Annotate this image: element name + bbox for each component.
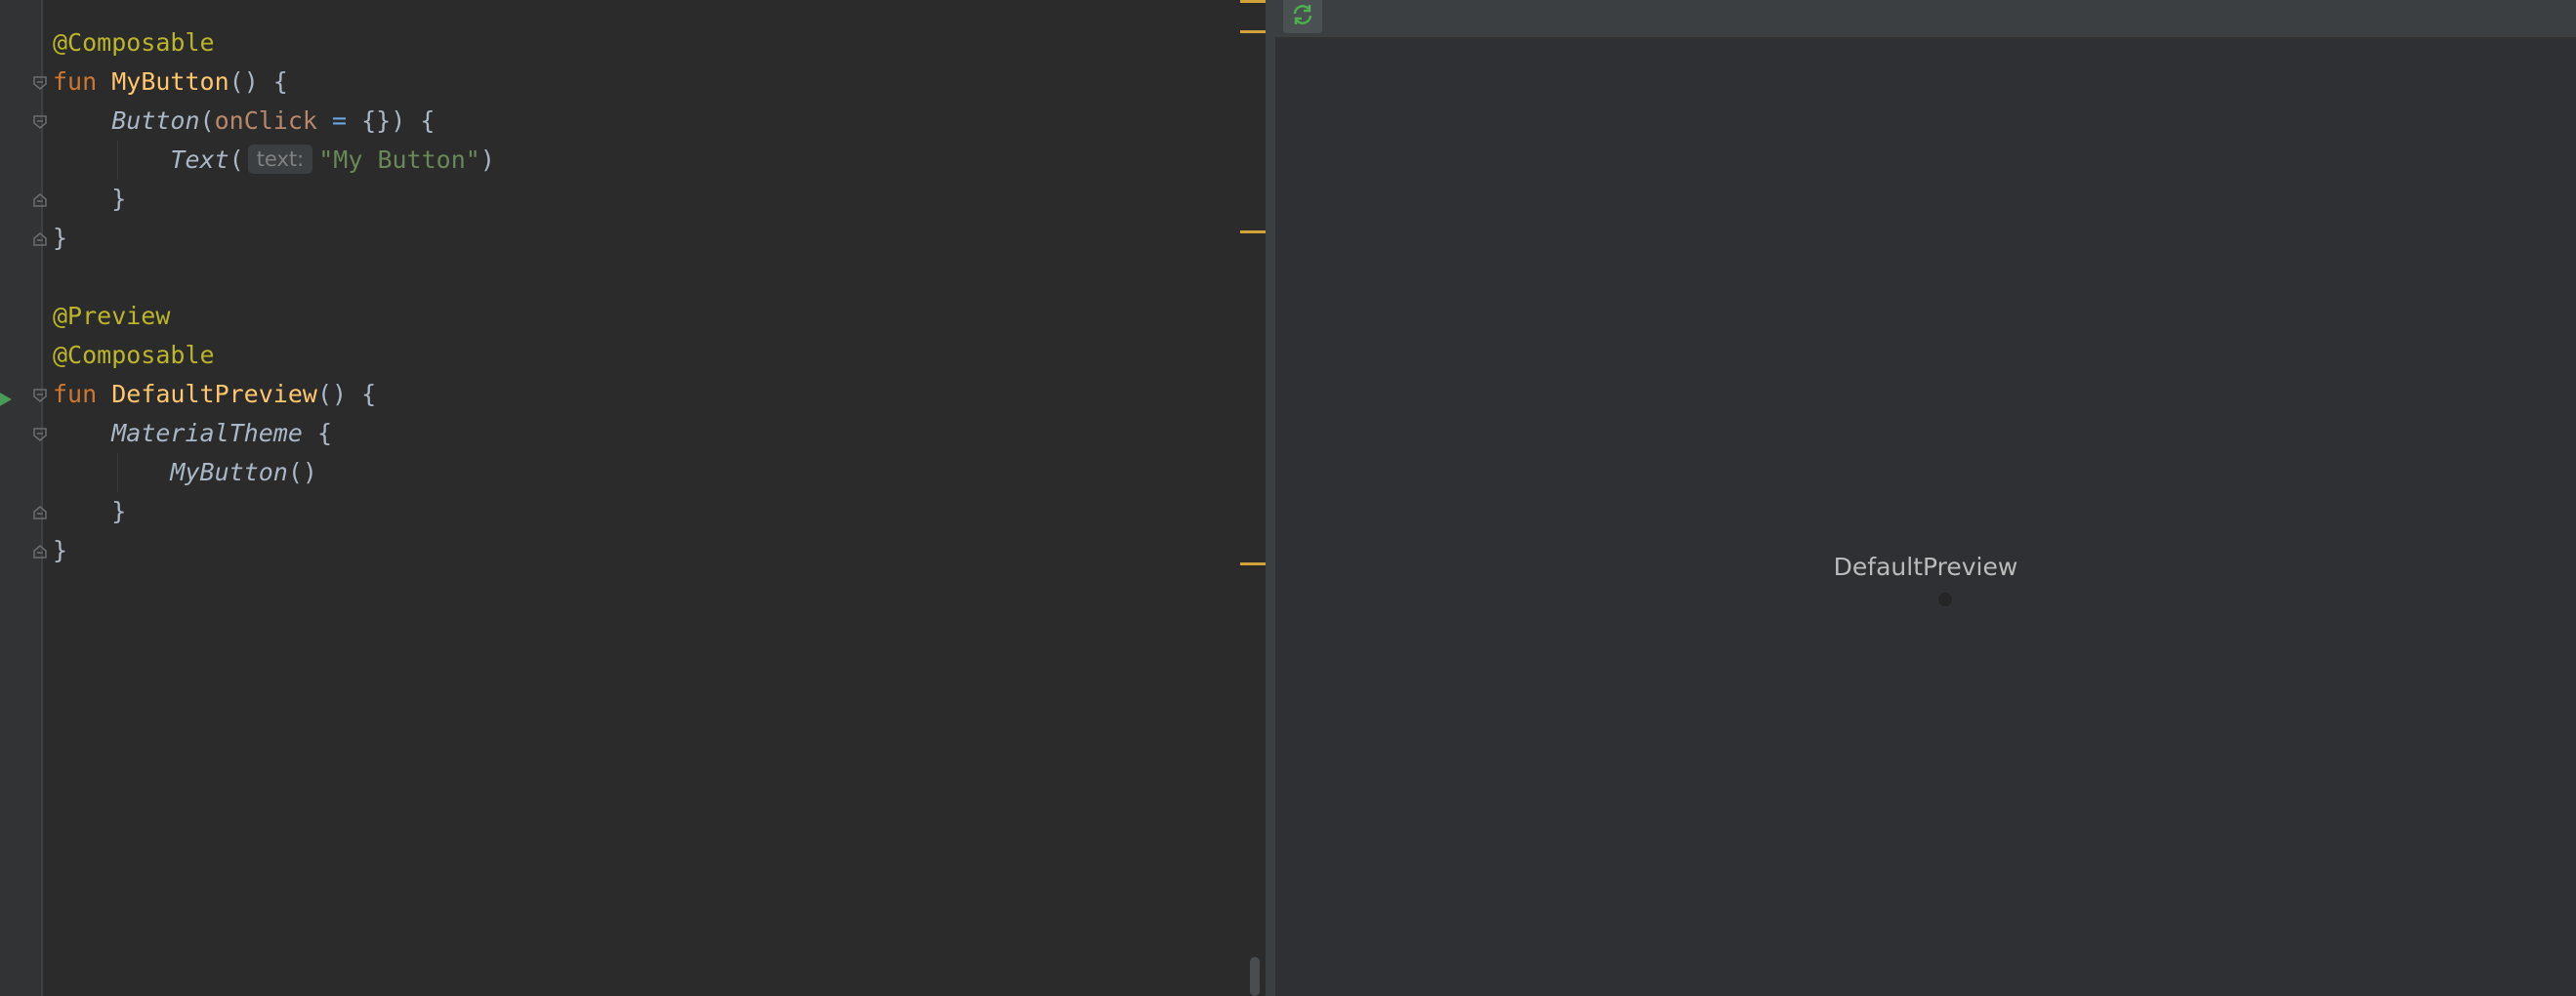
code-line[interactable]: }	[53, 219, 67, 258]
code-token: (	[199, 106, 215, 135]
code-line[interactable]: fun MyButton() {	[53, 62, 288, 102]
pane-splitter[interactable]	[1266, 0, 1275, 996]
code-line[interactable]: fun DefaultPreview() {	[53, 375, 376, 414]
code-token: )	[479, 145, 495, 174]
code-token: Text	[170, 145, 229, 174]
preview-component-label: DefaultPreview	[1833, 553, 2018, 581]
code-line[interactable]: MaterialTheme {	[53, 414, 332, 453]
fold-end-marker-icon[interactable]	[33, 193, 47, 207]
run-gutter-icon[interactable]	[0, 390, 14, 409]
stripe-mark[interactable]	[1240, 230, 1266, 233]
code-token: {}) {	[347, 106, 436, 135]
stripe-mark[interactable]	[1240, 0, 1266, 3]
code-line[interactable]: @Composable	[53, 23, 215, 62]
code-token: @Composable	[53, 28, 215, 57]
code-token: "My Button"	[318, 145, 480, 174]
code-token: MyButton	[111, 67, 229, 96]
code-line[interactable]: Button(onClick = {}) {	[53, 102, 435, 141]
code-token: }	[53, 536, 68, 564]
refresh-icon[interactable]	[1283, 0, 1322, 33]
code-editor[interactable]: @Composable fun MyButton() { Button(onCli…	[0, 0, 1266, 996]
code-token: fun	[53, 380, 112, 408]
error-stripe[interactable]	[1240, 0, 1266, 996]
fold-end-marker-icon[interactable]	[33, 232, 47, 246]
code-token: DefaultPreview	[111, 380, 317, 408]
code-line[interactable]: }	[53, 180, 126, 219]
code-token: }	[53, 185, 127, 213]
fold-marker-icon[interactable]	[33, 76, 47, 90]
code-token: @Composable	[53, 341, 215, 369]
code-token: }	[53, 224, 68, 252]
code-token: ()	[287, 458, 317, 486]
code-token: =	[332, 106, 348, 135]
fold-end-marker-icon[interactable]	[33, 545, 47, 559]
code-token: onClick	[214, 106, 317, 135]
code-token: MyButton	[170, 458, 288, 486]
code-token: Button	[111, 106, 200, 135]
stripe-mark[interactable]	[1240, 562, 1266, 565]
code-token: @Preview	[53, 302, 171, 330]
fold-marker-icon[interactable]	[33, 428, 47, 441]
preview-render-placeholder[interactable]	[1938, 593, 1952, 606]
code-line[interactable]: Text(text: "My Button")	[53, 141, 495, 180]
gutter-divider	[41, 0, 43, 996]
stripe-mark[interactable]	[1240, 30, 1266, 33]
editor-gutter[interactable]	[0, 0, 43, 996]
code-token: () {	[316, 380, 377, 408]
vertical-scrollbar-thumb[interactable]	[1250, 957, 1260, 996]
code-token: {	[302, 419, 332, 447]
code-token: (	[229, 145, 244, 174]
code-token: () {	[229, 67, 288, 96]
code-line[interactable]: @Preview	[53, 297, 170, 336]
code-line[interactable]: }	[53, 531, 67, 570]
code-line[interactable]: @Composable	[53, 336, 215, 375]
compose-preview-pane[interactable]: DefaultPreview	[1275, 0, 2576, 996]
code-token: }	[53, 497, 127, 525]
code-line[interactable]: MyButton()	[53, 453, 317, 492]
parameter-hint: text:	[247, 145, 313, 174]
preview-toolbar	[1275, 0, 2576, 39]
code-token: MaterialTheme	[111, 419, 303, 447]
fold-end-marker-icon[interactable]	[33, 506, 47, 519]
code-token: fun	[53, 67, 112, 96]
code-line[interactable]: }	[53, 492, 126, 531]
fold-marker-icon[interactable]	[33, 389, 47, 402]
fold-marker-icon[interactable]	[33, 115, 47, 129]
